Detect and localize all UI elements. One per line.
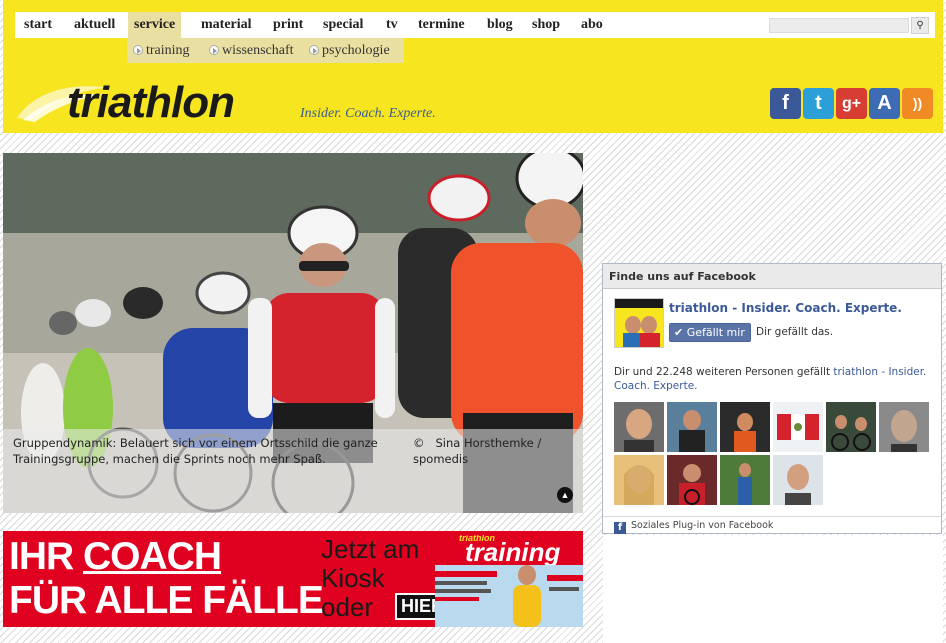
photo-caption: Gruppendynamik: Belauert sich vor einem … <box>13 436 378 466</box>
copyright-symbol: © <box>413 436 425 450</box>
subnav-item-psychologie[interactable]: psychologie <box>309 38 390 63</box>
subnav-item-training[interactable]: training <box>133 38 190 63</box>
like-label: Gefällt mir <box>686 326 745 339</box>
nav-item-special[interactable]: special <box>317 12 369 38</box>
arrow-bullet-icon <box>309 45 319 55</box>
hero-image[interactable]: Gruppendynamik: Belauert sich vor einem … <box>3 153 583 513</box>
nav-item-material[interactable]: material <box>195 12 258 38</box>
fan-avatar[interactable] <box>773 455 823 505</box>
nav-item-service[interactable]: service <box>128 12 182 40</box>
nav-item-aktuell[interactable]: aktuell <box>68 12 121 38</box>
facebook-plugin-footer: f Soziales Plug-in von Facebook <box>603 516 941 534</box>
facebook-icon[interactable]: f <box>770 88 801 119</box>
avatar-image <box>826 402 876 452</box>
avatar-image <box>667 455 717 505</box>
thumbs-up-icon: ✔ <box>674 326 684 339</box>
photo-credit: © Sina Horsthemke / spomedis <box>413 435 563 467</box>
avatar-image <box>667 402 717 452</box>
nav-item-print[interactable]: print <box>267 12 309 38</box>
appstore-glyph: A <box>877 92 892 114</box>
twitter-glyph: t <box>815 92 822 114</box>
arrow-bullet-icon <box>209 45 219 55</box>
avatar-image <box>720 402 770 452</box>
page-thumbnail-image <box>615 299 663 347</box>
ad-line1-coach: COACH <box>83 535 222 578</box>
arrow-bullet-icon <box>133 45 143 55</box>
ad-line1-pre: IHR <box>9 535 83 578</box>
subnav-item-wissenschaft[interactable]: wissenschaft <box>209 38 294 63</box>
plugin-footer-label: Soziales Plug-in von Facebook <box>631 520 774 531</box>
credit-text: Sina Horsthemke / spomedis <box>413 436 542 466</box>
facebook-icon: f <box>614 522 626 534</box>
facebook-widget-title: Finde uns auf Facebook <box>603 264 941 289</box>
nav-item-blog[interactable]: blog <box>481 12 519 38</box>
ad-headline-1: IHR COACH <box>9 535 222 579</box>
site-header: start aktuell service material print spe… <box>3 0 943 133</box>
facebook-widget: Finde uns auf Facebook triathlon - Insid… <box>602 263 942 534</box>
subnav: training wissenschaft psychologie <box>127 38 404 63</box>
search-input[interactable] <box>769 18 909 33</box>
googleplus-icon[interactable]: g+ <box>836 88 867 119</box>
subnav-label: wissenschaft <box>222 43 294 58</box>
facebook-like-button[interactable]: ✔ Gefällt mir <box>669 323 751 342</box>
appstore-icon[interactable]: A <box>869 88 900 119</box>
fan-avatar[interactable] <box>826 402 876 452</box>
magazine-runner-image <box>435 565 583 627</box>
search-icon[interactable]: ⚲ <box>911 17 929 34</box>
facebook-page-thumbnail[interactable] <box>614 298 664 348</box>
fan-avatar[interactable] <box>614 455 664 505</box>
fan-avatar[interactable] <box>667 455 717 505</box>
fan-avatar[interactable] <box>720 402 770 452</box>
fan-avatar[interactable] <box>773 402 823 452</box>
sidebar-blank <box>603 535 943 643</box>
rss-glyph: )) <box>912 95 923 111</box>
avatar-image <box>614 455 664 505</box>
site-logo[interactable]: triathlon <box>67 78 235 128</box>
nav-item-tv[interactable]: tv <box>380 12 404 38</box>
ad-banner[interactable]: IHR COACH FÜR ALLE FÄLLE Jetzt am Kiosk … <box>3 531 583 627</box>
avatar-image <box>720 455 770 505</box>
collapse-caption-icon[interactable]: ▲ <box>557 487 573 503</box>
subnav-label: psychologie <box>322 43 390 58</box>
avatar-image <box>773 455 823 505</box>
subnav-label: training <box>146 43 190 58</box>
main-nav: start aktuell service material print spe… <box>15 12 935 40</box>
fan-avatar[interactable] <box>667 402 717 452</box>
rss-icon[interactable]: )) <box>902 88 933 119</box>
googleplus-glyph: g+ <box>841 95 862 112</box>
avatar-image <box>879 402 929 452</box>
fan-avatar[interactable] <box>720 455 770 505</box>
magazine-cover: triathlon training <box>435 535 583 627</box>
avatar-image <box>773 402 823 452</box>
fan-count-text: Dir und 22.248 weiteren Personen gefällt <box>614 366 834 378</box>
nav-item-shop[interactable]: shop <box>526 12 566 38</box>
twitter-icon[interactable]: t <box>803 88 834 119</box>
site-tagline: Insider. Coach. Experte. <box>300 106 436 121</box>
facebook-fan-count: Dir und 22.248 weiteren Personen gefällt… <box>614 365 938 393</box>
facebook-glyph: f <box>782 92 789 114</box>
ad-headline-2: FÜR ALLE FÄLLE <box>9 579 324 622</box>
nav-item-start[interactable]: start <box>18 12 58 38</box>
nav-item-abo[interactable]: abo <box>575 12 609 38</box>
like-status: Dir gefällt das. <box>756 326 834 338</box>
nav-item-termine[interactable]: termine <box>412 12 471 38</box>
facebook-page-name[interactable]: triathlon - Insider. Coach. Experte. <box>669 301 902 315</box>
fan-avatar[interactable] <box>614 402 664 452</box>
magazine-title: training <box>465 537 561 567</box>
avatar-image <box>614 402 664 452</box>
fan-avatar[interactable] <box>879 402 929 452</box>
